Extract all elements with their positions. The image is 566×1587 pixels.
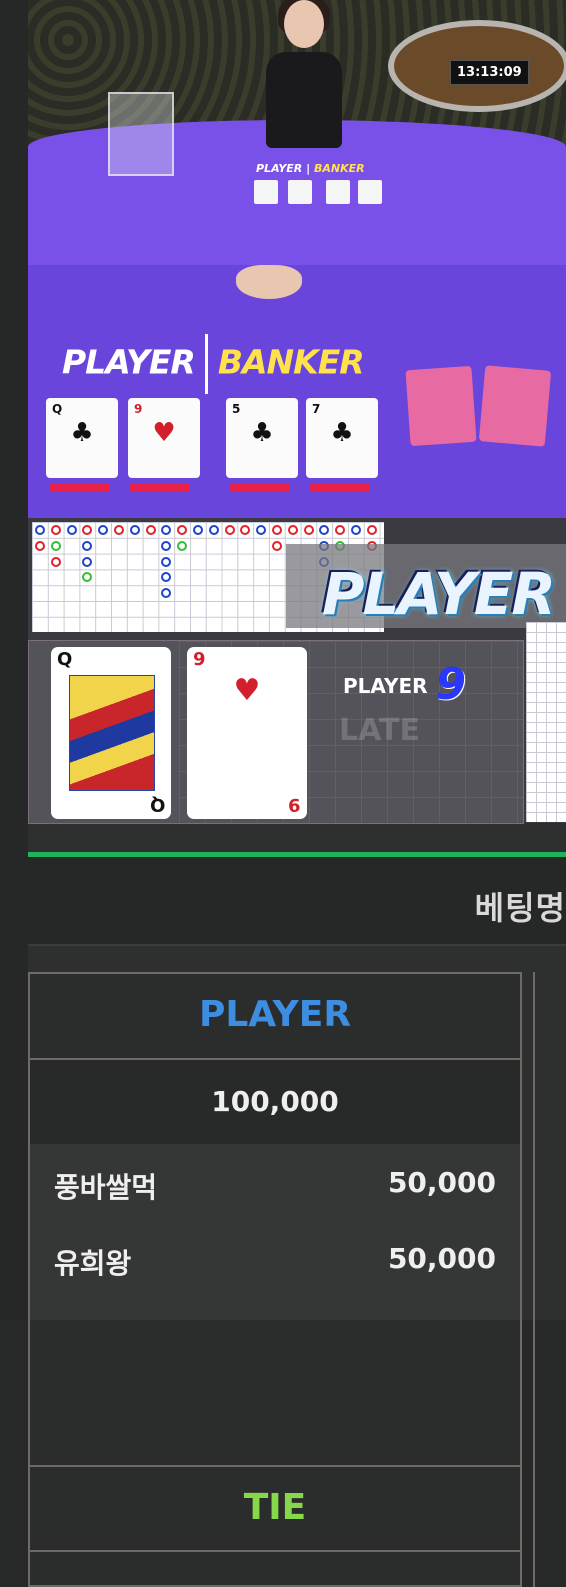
divider <box>30 1465 520 1467</box>
live-video-feed: 13:13:09 PLAYER | BANKER PLAYER BANKER Q ♣… <box>28 0 566 518</box>
table-card-banker-1: 5 ♣ <box>226 398 298 478</box>
bead-marker <box>208 525 219 535</box>
card-back <box>405 365 477 447</box>
bead-marker <box>98 525 109 535</box>
bettor-name: 유희왕 <box>54 1247 132 1280</box>
mini-card <box>254 180 278 204</box>
result-card-1: Q Q <box>51 647 171 819</box>
bead-marker <box>161 540 172 551</box>
bead-marker <box>35 525 45 535</box>
bead-marker <box>66 525 77 535</box>
bettor-row: 풍바쌀먹 50,000 <box>54 1166 496 1206</box>
bead-marker <box>145 525 156 535</box>
player-total-amount: 100,000 <box>30 1060 520 1144</box>
dealer <box>248 0 358 150</box>
bead-marker <box>82 540 93 551</box>
bead-marker <box>272 540 282 551</box>
bead-marker <box>82 556 93 567</box>
card-shoe <box>108 92 174 176</box>
bead-marker <box>50 556 61 567</box>
table-label-small: PLAYER | BANKER <box>256 162 365 175</box>
bead-marker <box>335 525 346 535</box>
result-card-2: 9 ♥ 9 <box>187 647 307 819</box>
result-label: PLAYER 9 <box>343 659 467 710</box>
dealer-hand <box>236 265 302 299</box>
bead-marker <box>161 572 172 583</box>
bead-marker <box>287 525 298 535</box>
roadmap-panel: PLAYER Q Q 9 ♥ 9 PLAYER 9 LATE <box>28 518 566 824</box>
watermark: LATE <box>339 713 420 748</box>
bead-marker <box>161 525 172 535</box>
table-card-banker-2: 7 ♣ <box>306 398 378 478</box>
bet-slot <box>50 484 110 492</box>
bead-marker <box>272 525 282 535</box>
bead-marker <box>129 525 140 535</box>
bead-marker <box>114 525 124 535</box>
bead-marker <box>161 556 172 567</box>
player-bet-title: PLAYER <box>198 994 352 1035</box>
bead-marker <box>319 525 330 535</box>
bead-marker <box>161 588 172 599</box>
bead-marker <box>193 525 203 535</box>
bead-marker <box>240 525 251 535</box>
stream-clock: 13:13:09 <box>450 60 529 85</box>
bead-marker <box>303 525 314 535</box>
betting-header-title: 베팅명 <box>474 889 566 927</box>
mini-card <box>358 180 382 204</box>
bead-marker <box>177 540 188 551</box>
bead-marker <box>50 540 61 551</box>
banker-bet-column-edge <box>533 972 566 1587</box>
bettor-amount: 50,000 <box>387 1166 496 1199</box>
bead-marker <box>82 572 93 583</box>
bead-marker <box>366 525 377 535</box>
bet-slot <box>130 484 190 492</box>
player-bettor-list: 풍바쌀먹 50,000 유희왕 50,000 <box>30 1144 520 1320</box>
card-back <box>478 365 552 447</box>
player-bet-column: PLAYER 100,000 풍바쌀먹 50,000 유희왕 50,000 TI… <box>28 972 522 1587</box>
table-card-player-2: 9 ♥ <box>128 398 200 478</box>
table-label-large: PLAYER BANKER <box>62 334 365 394</box>
mini-card <box>326 180 350 204</box>
mini-card <box>288 180 312 204</box>
tie-bet-title: TIE <box>243 1487 307 1528</box>
bead-marker <box>50 525 61 535</box>
bet-slot <box>230 484 290 492</box>
bettor-name: 풍바쌀먹 <box>54 1171 158 1204</box>
bead-marker <box>224 525 235 535</box>
divider <box>30 1550 520 1552</box>
bettor-amount: 50,000 <box>387 1242 496 1275</box>
bettor-row: 유희왕 50,000 <box>54 1242 496 1282</box>
bead-marker <box>256 525 267 535</box>
bead-marker <box>351 525 361 535</box>
bead-marker <box>82 525 93 535</box>
betting-header: 베팅명 <box>28 852 566 946</box>
bead-marker <box>35 540 45 551</box>
side-road <box>526 622 566 822</box>
winner-text: PLAYER <box>322 560 556 628</box>
result-panel: Q Q 9 ♥ 9 PLAYER 9 LATE <box>28 640 524 824</box>
table-card-player-1: Q ♣ <box>46 398 118 478</box>
bead-marker <box>177 525 188 535</box>
winner-banner: PLAYER <box>286 544 566 628</box>
bet-slot <box>310 484 370 492</box>
